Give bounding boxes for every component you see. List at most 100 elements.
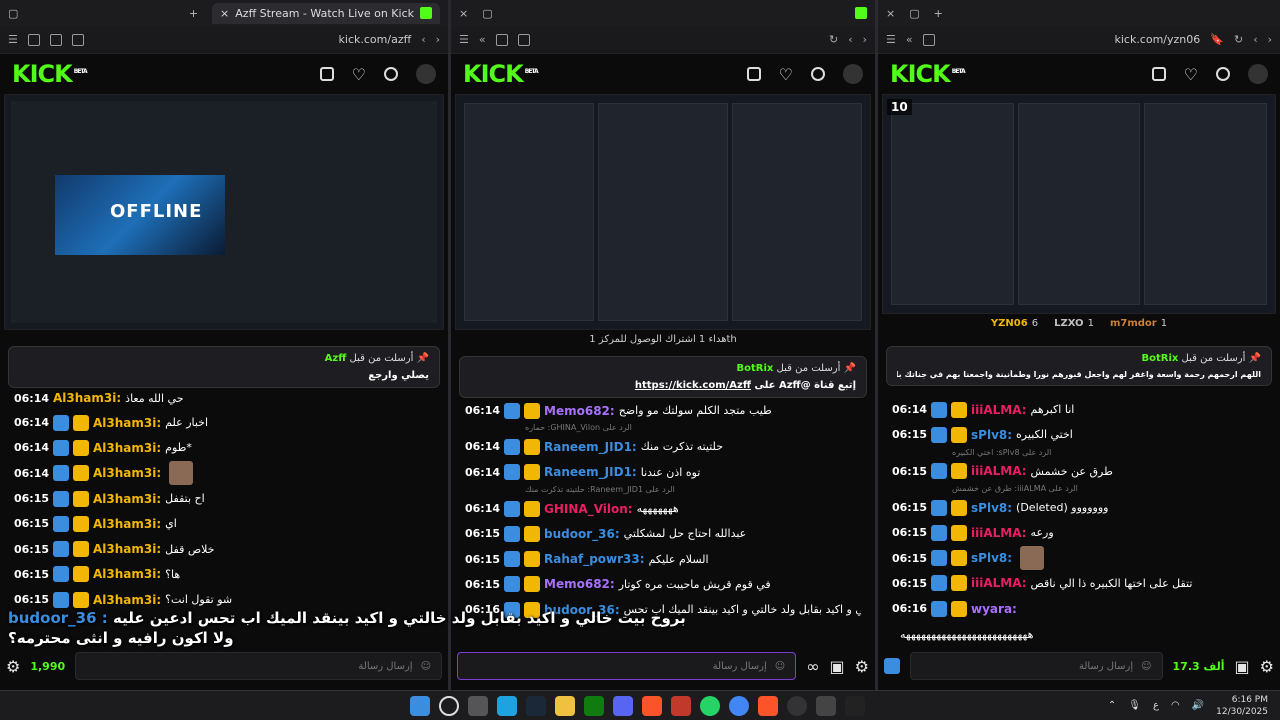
forward-icon[interactable]: ›	[1268, 33, 1272, 46]
chat-input[interactable]: إرسال رسالة ☺	[75, 652, 442, 680]
link-icon[interactable]: ∞	[806, 657, 819, 676]
puzzle-icon[interactable]	[49, 33, 62, 46]
chat-username[interactable]: Al3ham3i:	[93, 567, 161, 581]
browse-icon[interactable]	[1151, 67, 1166, 81]
sidebar-icon[interactable]	[71, 33, 84, 46]
chat-username[interactable]: iiiALMA:	[971, 403, 1027, 417]
settings-icon[interactable]: ⚙	[6, 657, 20, 676]
bookmark-icon[interactable]: 🔖	[1210, 33, 1224, 46]
close-tab-icon[interactable]: ×	[459, 7, 468, 20]
avatar[interactable]	[416, 64, 436, 84]
menu-icon[interactable]: ☰	[8, 33, 18, 46]
settings-icon[interactable]: ⚙	[855, 657, 869, 676]
url-field[interactable]: kick.com/yzn06	[1114, 33, 1200, 46]
tab-azff[interactable]: × Azff Stream - Watch Live on Kick	[212, 2, 440, 24]
gift-icon[interactable]: ▣	[830, 657, 845, 676]
pinned-message[interactable]: 📌 أرسلت من قبل Azff يصلي وارجع	[8, 346, 440, 388]
browse-icon[interactable]	[319, 67, 334, 81]
close-tab-icon[interactable]: ×	[886, 7, 895, 20]
chrome-icon[interactable]	[729, 695, 749, 716]
chat-username[interactable]: Rahaf_powr33:	[544, 552, 645, 566]
heart-icon[interactable]: ♡	[779, 65, 793, 84]
forward-icon[interactable]: ›	[436, 33, 440, 46]
chat-username[interactable]: sPlv8:	[971, 501, 1012, 515]
shield-icon[interactable]	[27, 33, 40, 46]
url-field[interactable]: kick.com/azff	[339, 33, 412, 46]
emoji-icon[interactable]: ☺	[421, 661, 431, 672]
chat-username[interactable]: sPlv8:	[971, 428, 1012, 442]
search-icon[interactable]	[384, 67, 398, 81]
avatar[interactable]	[1248, 64, 1268, 84]
obs-icon[interactable]	[787, 695, 807, 716]
menu-icon[interactable]: ☰	[886, 33, 896, 46]
chat-username[interactable]: iiiALMA:	[971, 576, 1027, 590]
chevron-up-icon[interactable]: ⌃	[1108, 700, 1116, 711]
chat-username[interactable]: GHINA_Vilon:	[544, 502, 633, 516]
chat-username[interactable]: Memo682:	[544, 577, 615, 591]
pinned-message[interactable]: 📌 أرسلت من قبل BotRix اللهم ارحمهم رحمة …	[886, 346, 1272, 386]
search-icon[interactable]	[1216, 67, 1230, 81]
top-gifter[interactable]: m7mdor 1	[1110, 318, 1167, 329]
search-icon[interactable]	[811, 67, 825, 81]
collapse-icon[interactable]: «	[906, 33, 913, 46]
browse-icon[interactable]	[746, 67, 761, 81]
chat-username[interactable]: Raneem_JID1:	[544, 440, 637, 454]
start-icon[interactable]	[410, 695, 430, 716]
folder-icon[interactable]	[555, 695, 575, 716]
kick-favicon-icon[interactable]	[855, 7, 867, 19]
reload-icon[interactable]: ↻	[1234, 33, 1243, 46]
chat-username[interactable]: Al3ham3i:	[93, 593, 161, 607]
chat-username[interactable]: Memo682:	[544, 404, 615, 418]
emoji-icon[interactable]: ☺	[1141, 661, 1151, 672]
chat-input[interactable]: إرسال رسالة ☺	[910, 652, 1163, 680]
reload-icon[interactable]: ↻	[829, 33, 838, 46]
edge-icon[interactable]	[497, 695, 517, 716]
video-player[interactable]: 10	[882, 94, 1276, 314]
kick-logo[interactable]: KICK BETA	[12, 60, 88, 88]
chat-input[interactable]: إرسال رسالة ☺	[457, 652, 797, 680]
top-gifter[interactable]: YZN06 6	[991, 318, 1038, 329]
chat-username[interactable]: sPlv8:	[971, 551, 1012, 565]
whatsapp-icon[interactable]	[700, 695, 720, 716]
chat-username[interactable]: Al3ham3i:	[93, 441, 161, 455]
puzzle-icon[interactable]	[517, 33, 530, 46]
settings-icon[interactable]: ⚙	[1260, 657, 1274, 676]
chat-username[interactable]: wyara:	[971, 602, 1017, 616]
volume-icon[interactable]: 🔊	[1192, 700, 1204, 711]
xbox-icon[interactable]	[584, 695, 604, 716]
top-gifter[interactable]: LZXO 1	[1054, 318, 1094, 329]
chat-username[interactable]: Al3ham3i:	[93, 466, 161, 480]
chat-username[interactable]: iiiALMA:	[971, 464, 1027, 478]
app-icon[interactable]	[816, 695, 836, 716]
new-tab-button[interactable]: +	[189, 7, 198, 20]
brave-active-icon[interactable]	[758, 695, 778, 716]
pinned-link[interactable]: https://kick.com/Azff	[635, 380, 751, 391]
steam-icon[interactable]	[526, 695, 546, 716]
chat-username[interactable]: Raneem_JID1:	[544, 465, 637, 479]
pinned-message[interactable]: 📌 أرسلت من قبل BotRix إتبع قناة @Azff عل…	[459, 356, 867, 398]
forward-icon[interactable]: ›	[863, 33, 867, 46]
voicemod-icon[interactable]	[671, 695, 691, 716]
heart-icon[interactable]: ♡	[1184, 65, 1198, 84]
emoji-icon[interactable]: ☺	[775, 661, 785, 672]
chat-username[interactable]: Al3ham3i:	[93, 542, 161, 556]
menu-icon[interactable]: ☰	[459, 33, 469, 46]
collapse-icon[interactable]: «	[479, 33, 486, 46]
discord-icon[interactable]	[613, 695, 633, 716]
window-icon[interactable]: ▢	[909, 7, 919, 20]
task-view-icon[interactable]	[468, 695, 488, 716]
brave-icon[interactable]	[642, 695, 662, 716]
back-icon[interactable]: ‹	[421, 33, 425, 46]
chat-username[interactable]: Al3ham3i:	[93, 492, 161, 506]
new-tab-button[interactable]: +	[934, 7, 943, 20]
shield-icon[interactable]	[495, 33, 508, 46]
mic-icon[interactable]: 🎙	[1128, 700, 1141, 711]
avatar[interactable]	[843, 64, 863, 84]
wifi-icon[interactable]: ◠	[1171, 700, 1180, 711]
shield-icon[interactable]	[922, 33, 935, 46]
kick-logo[interactable]: KICK BETA	[463, 60, 539, 88]
chat-username[interactable]: iiiALMA:	[971, 526, 1027, 540]
back-icon[interactable]: ‹	[848, 33, 852, 46]
language-indicator[interactable]: ع	[1153, 700, 1159, 711]
clock[interactable]: 6:16 PM 12/30/2025	[1216, 694, 1268, 718]
